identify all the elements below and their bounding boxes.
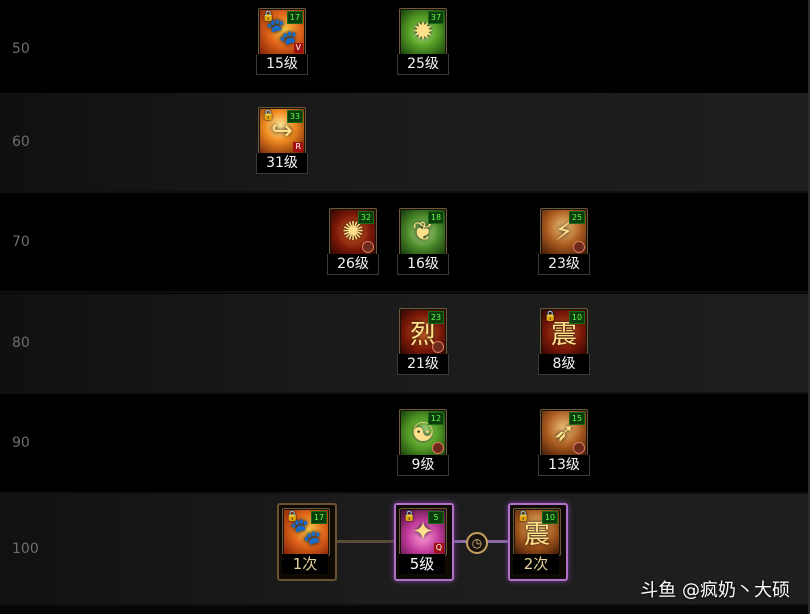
skill-rank-badge: 10 (569, 311, 585, 324)
skill-slot[interactable]: 烈 23 21级 (397, 306, 449, 376)
hotkey-badge: V (293, 43, 303, 53)
skill-slot[interactable]: 震 🔒 10 8级 (538, 306, 590, 376)
level-label: 60 (12, 134, 30, 150)
cooldown-icon (573, 442, 585, 454)
level-label: 100 (12, 541, 39, 557)
skill-icon: ❦ 18 (399, 208, 447, 256)
cooldown-icon (432, 341, 444, 353)
lock-icon: 🔒 (262, 110, 275, 121)
cooldown-icon (573, 241, 585, 253)
skill-icon: 震 🔒 10 (540, 308, 588, 356)
skill-level-label: 1次 (282, 554, 328, 574)
skill-level-label: 13级 (538, 455, 590, 476)
cooldown-icon (362, 241, 374, 253)
skill-level-label: 15级 (256, 54, 308, 75)
skill-slot[interactable]: ✺ 32 26级 (327, 206, 379, 276)
skill-slot[interactable]: ✹ 37 25级 (397, 6, 449, 76)
skill-rank-badge: 17 (311, 511, 327, 524)
lock-icon: 🔒 (262, 11, 275, 22)
skill-slot-awakening[interactable]: ✦ 🔒 5 Q 5级 (394, 503, 454, 583)
skill-slot[interactable]: ⚡ 25 23级 (538, 206, 590, 276)
skill-icon: 🐾 🔒 17 V (258, 8, 306, 56)
skill-slot-awakening[interactable]: 🐾 🔒 17 1次 (277, 503, 337, 583)
skill-rank-badge: 15 (569, 412, 585, 425)
level-row-60: 60 (0, 93, 808, 193)
skill-icon: ☯ 12 (399, 409, 447, 457)
skill-icon: 震 🔒 10 (513, 508, 561, 556)
level-label: 80 (12, 335, 30, 351)
skill-rank-badge: 33 (287, 110, 303, 123)
skill-level-label: 31级 (256, 153, 308, 174)
skill-rank-badge: 17 (287, 11, 303, 24)
skill-icon: 烈 23 (399, 308, 447, 356)
skill-level-label: 16级 (397, 254, 449, 275)
level-label: 90 (12, 435, 30, 451)
clock-icon: ◷ (466, 532, 488, 554)
lock-icon: 🔒 (544, 311, 557, 322)
skill-level-label: 21级 (397, 354, 449, 375)
skill-rank-badge: 23 (428, 311, 444, 324)
lock-icon: 🔒 (517, 511, 530, 522)
skill-slot[interactable]: ❦ 18 16级 (397, 206, 449, 276)
lock-icon: 🔒 (286, 511, 299, 522)
skill-level-label: 9级 (397, 455, 449, 476)
skill-icon: ✦ 🔒 5 Q (399, 508, 447, 556)
skill-icon: 🐾 🔒 17 (282, 508, 330, 556)
level-label: 50 (12, 41, 30, 57)
skill-rank-badge: 18 (428, 211, 444, 224)
skill-icon: ⚡ 25 (540, 208, 588, 256)
skill-rank-badge: 32 (358, 211, 374, 224)
skill-slot[interactable]: 🐾 🔒 17 V 15级 (256, 6, 308, 76)
skill-rank-badge: 25 (569, 211, 585, 224)
skill-level-label: 5级 (399, 554, 445, 574)
hotkey-badge: Q (433, 543, 444, 553)
skill-rank-badge: 37 (428, 11, 444, 24)
skill-level-label: 23级 (538, 254, 590, 275)
skill-level-label: 26级 (327, 254, 379, 275)
skill-level-label: 25级 (397, 54, 449, 75)
skill-level-label: 8级 (538, 354, 590, 375)
skill-rank-badge: 10 (542, 511, 558, 524)
skill-rank-badge: 12 (428, 412, 444, 425)
skill-connector (334, 540, 396, 543)
skill-slot[interactable]: ➶ 15 13级 (538, 407, 590, 477)
skill-level-label: 2次 (513, 554, 559, 574)
skill-icon: ✹ 37 (399, 8, 447, 56)
skill-icon: ↪ 🔒 33 R (258, 107, 306, 155)
hotkey-badge: R (293, 142, 303, 152)
skill-icon: ➶ 15 (540, 409, 588, 457)
skill-icon: ✺ 32 (329, 208, 377, 256)
skill-slot[interactable]: ☯ 12 9级 (397, 407, 449, 477)
cooldown-icon (432, 442, 444, 454)
skill-rank-badge: 5 (428, 511, 444, 524)
skill-slot[interactable]: ↪ 🔒 33 R 31级 (256, 105, 308, 175)
level-label: 70 (12, 234, 30, 250)
lock-icon: 🔒 (403, 511, 416, 522)
stream-watermark: 斗鱼 @疯奶丶大硕 (640, 580, 790, 601)
skill-slot-awakening[interactable]: 震 🔒 10 2次 (508, 503, 568, 583)
